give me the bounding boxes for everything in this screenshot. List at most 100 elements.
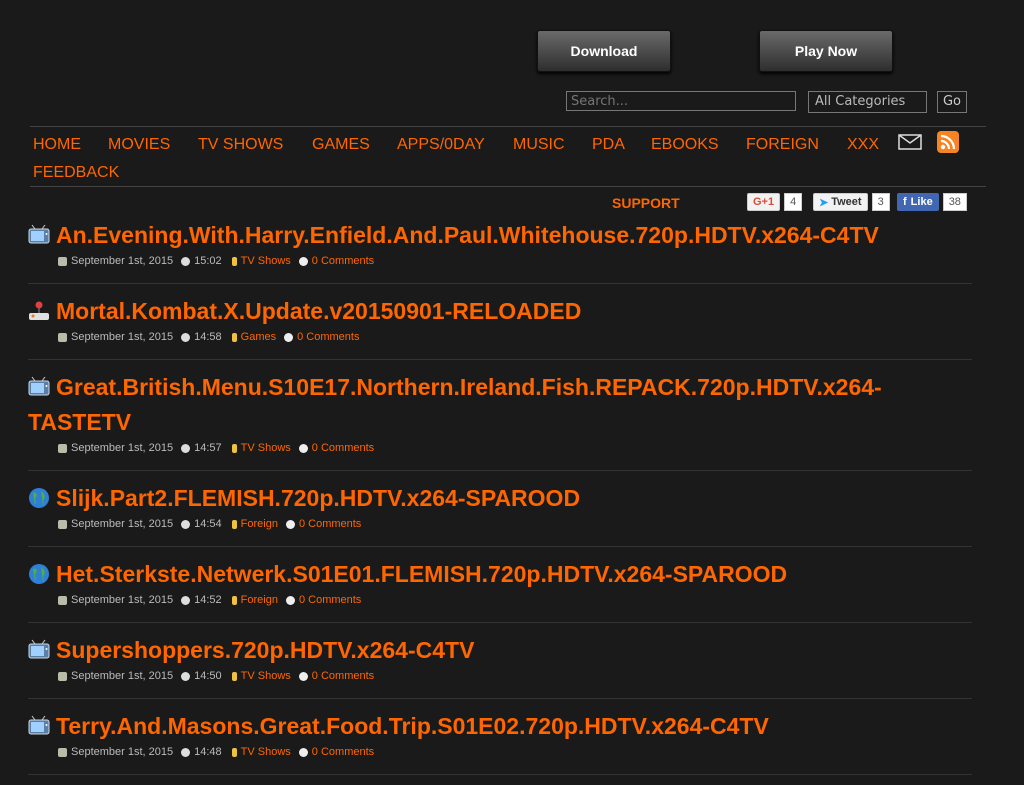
post-category-link[interactable]: TV Shows (241, 746, 291, 758)
folder-icon (231, 332, 237, 342)
post-meta: September 1st, 2015 14:50 TV Shows 0 Commen… (28, 670, 972, 682)
facebook-icon: f (903, 196, 907, 208)
tweet-count: 3 (871, 193, 890, 211)
post-category-link[interactable]: TV Shows (241, 442, 291, 454)
post-date: September 1st, 2015 (71, 670, 174, 682)
nav-item-feedback[interactable]: FEEDBACK (33, 164, 119, 182)
post-time: 15:02 (194, 255, 222, 267)
post-item: Great.British.Menu.S10E17.Northern.Irela… (28, 370, 972, 471)
clock-icon (181, 256, 191, 266)
calendar-icon (58, 747, 67, 757)
globe-icon (28, 484, 50, 508)
clock-icon (181, 595, 191, 605)
post-item: Terry.And.Masons.Great.Food.Trip.S01E02.… (28, 709, 972, 775)
post-comments-link[interactable]: 0 Comments (312, 442, 374, 454)
post-title-link[interactable]: Supershoppers.720p.HDTV.x264-C4TV (28, 633, 972, 668)
nav-item-foreign[interactable]: FOREIGN (746, 136, 819, 154)
nav-item-ebooks[interactable]: EBOOKS (651, 136, 719, 154)
download-button[interactable]: Download (537, 30, 671, 72)
tweet-button[interactable]: ➤ Tweet (813, 193, 868, 211)
post-title-text[interactable]: Supershoppers.720p.HDTV.x264-C4TV (56, 637, 474, 663)
post-title-link[interactable]: Mortal.Kombat.X.Update.v20150901-RELOADE… (28, 294, 972, 329)
post-time: 14:58 (194, 331, 222, 343)
nav-item-games[interactable]: GAMES (312, 136, 370, 154)
clock-icon (181, 671, 191, 681)
post-item: Slijk.Part2.FLEMISH.720p.HDTV.x264-SPARO… (28, 481, 972, 547)
post-date: September 1st, 2015 (71, 255, 174, 267)
post-meta: September 1st, 2015 14:54 Foreign 0 Comment… (28, 518, 972, 530)
post-title-text[interactable]: Slijk.Part2.FLEMISH.720p.HDTV.x264-SPARO… (56, 485, 580, 511)
tv-icon (28, 636, 50, 659)
post-comments-link[interactable]: 0 Comments (312, 255, 374, 267)
like-widget[interactable]: f Like 38 (897, 192, 967, 212)
nav-item-apps[interactable]: APPS/0DAY (397, 136, 485, 154)
post-comments-link[interactable]: 0 Comments (299, 594, 361, 606)
post-comments-link[interactable]: 0 Comments (299, 518, 361, 530)
gplus-button[interactable]: G+1 (747, 193, 781, 211)
folder-icon (231, 443, 237, 453)
post-title-text[interactable]: Het.Sterkste.Netwerk.S01E01.FLEMISH.720p… (56, 561, 787, 587)
clock-icon (181, 747, 191, 757)
post-title-text[interactable]: An.Evening.With.Harry.Enfield.And.Paul.W… (56, 222, 879, 248)
tv-icon (28, 712, 50, 735)
comment-icon (298, 256, 308, 266)
tweet-widget[interactable]: ➤ Tweet 3 (813, 192, 890, 212)
gplus-widget[interactable]: G+1 4 (747, 192, 803, 212)
search-input[interactable] (566, 91, 796, 111)
post-time: 14:57 (194, 442, 222, 454)
post-title-link[interactable]: Terry.And.Masons.Great.Food.Trip.S01E02.… (28, 709, 972, 744)
folder-icon (231, 747, 237, 757)
post-comments-link[interactable]: 0 Comments (312, 670, 374, 682)
post-comments-link[interactable]: 0 Comments (312, 746, 374, 758)
post-category-link[interactable]: Games (241, 331, 276, 343)
clock-icon (181, 443, 191, 453)
post-item: Supershoppers.720p.HDTV.x264-C4TV Septemb… (28, 633, 972, 699)
comment-icon (298, 671, 308, 681)
clock-icon (181, 519, 191, 529)
post-category-link[interactable]: Foreign (241, 518, 278, 530)
post-category-link[interactable]: TV Shows (241, 670, 291, 682)
nav-item-pda[interactable]: PDA (592, 136, 625, 154)
post-title-link[interactable]: Slijk.Part2.FLEMISH.720p.HDTV.x264-SPARO… (28, 481, 972, 516)
nav-bottom-divider (30, 186, 986, 187)
go-button[interactable]: Go (937, 91, 967, 113)
like-button[interactable]: f Like (897, 193, 939, 211)
nav-item-movies[interactable]: MOVIES (108, 136, 170, 154)
post-comments-link[interactable]: 0 Comments (297, 331, 359, 343)
post-title-link[interactable]: Great.British.Menu.S10E17.Northern.Irela… (28, 370, 972, 440)
nav-item-music[interactable]: MUSIC (513, 136, 565, 154)
nav-item-home[interactable]: HOME (33, 136, 81, 154)
category-select[interactable]: All Categories (808, 91, 927, 113)
post-meta: September 1st, 2015 14:57 TV Shows 0 Commen… (28, 442, 972, 454)
calendar-icon (58, 443, 67, 453)
nav-item-tv-shows[interactable]: TV SHOWS (198, 136, 283, 154)
play-now-button[interactable]: Play Now (759, 30, 893, 72)
nav-item-xxx[interactable]: XXX (847, 136, 879, 154)
comment-icon (285, 595, 295, 605)
calendar-icon (58, 671, 67, 681)
joystick-icon (28, 297, 50, 320)
post-date: September 1st, 2015 (71, 594, 174, 606)
like-count: 38 (942, 193, 967, 211)
comment-icon (285, 519, 295, 529)
nav-item-support[interactable]: SUPPORT (612, 195, 680, 211)
globe-icon (28, 560, 50, 584)
post-meta: September 1st, 2015 14:58 Games 0 Comments (28, 331, 972, 343)
post-title-text[interactable]: Mortal.Kombat.X.Update.v20150901-RELOADE… (56, 298, 581, 324)
calendar-icon (58, 519, 67, 529)
post-meta: September 1st, 2015 15:02 TV Shows 0 Commen… (28, 255, 972, 267)
mail-icon[interactable] (898, 134, 922, 150)
post-title-text[interactable]: Terry.And.Masons.Great.Food.Trip.S01E02.… (56, 713, 769, 739)
twitter-icon: ➤ (819, 196, 829, 209)
post-category-link[interactable]: TV Shows (241, 255, 291, 267)
post-item: Mortal.Kombat.X.Update.v20150901-RELOADE… (28, 294, 972, 360)
nav-top-divider (30, 126, 986, 127)
post-title-text[interactable]: Great.British.Menu.S10E17.Northern.Irela… (28, 374, 882, 435)
post-title-link[interactable]: An.Evening.With.Harry.Enfield.And.Paul.W… (28, 218, 972, 253)
post-title-link[interactable]: Het.Sterkste.Netwerk.S01E01.FLEMISH.720p… (28, 557, 972, 592)
gplus-count: 4 (784, 193, 803, 211)
comment-icon (284, 332, 294, 342)
post-meta: September 1st, 2015 14:48 TV Shows 0 Commen… (28, 746, 972, 758)
post-category-link[interactable]: Foreign (241, 594, 278, 606)
rss-icon[interactable] (937, 131, 959, 153)
